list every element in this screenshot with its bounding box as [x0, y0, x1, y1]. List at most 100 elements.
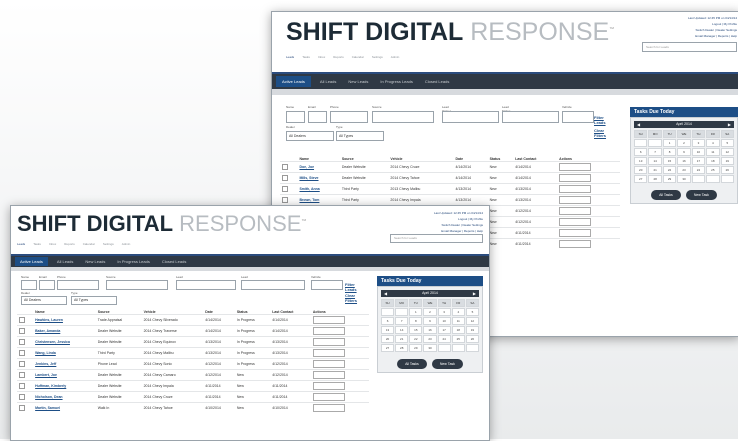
calendar-date[interactable]: 22: [409, 335, 423, 343]
calendar-date[interactable]: 20: [381, 335, 395, 343]
name-field[interactable]: [286, 111, 305, 123]
calendar-date[interactable]: 6: [381, 317, 395, 325]
new-task-button[interactable]: New Task: [685, 190, 717, 200]
calendar-date[interactable]: 14: [648, 157, 662, 165]
actions-select[interactable]: [312, 349, 345, 357]
calendar-date[interactable]: 3: [437, 308, 451, 316]
calendar-date[interactable]: 26: [720, 166, 734, 174]
calendar-date[interactable]: 12: [465, 317, 479, 325]
calendar-date[interactable]: 24: [437, 335, 451, 343]
nav-tasks[interactable]: Tasks: [302, 55, 310, 59]
calendar-date[interactable]: 9: [677, 148, 691, 156]
lead-tabs[interactable]: Active Leads All Leads New Leads In Prog…: [272, 72, 738, 89]
calendar-date[interactable]: 14: [395, 326, 409, 334]
row-checkbox[interactable]: [19, 404, 25, 411]
calendar-date[interactable]: 23: [677, 166, 691, 174]
calendar-date[interactable]: 8: [409, 317, 423, 325]
nav-leads[interactable]: Leads: [17, 242, 25, 246]
calendar-date[interactable]: 30: [677, 175, 691, 183]
nav-settings[interactable]: Settings: [103, 242, 114, 246]
calendar-date[interactable]: 6: [634, 148, 648, 156]
calendar-date[interactable]: 1: [409, 308, 423, 316]
all-tasks-button[interactable]: All Tasks: [397, 359, 427, 369]
calendar-date[interactable]: 15: [409, 326, 423, 334]
actions-select[interactable]: [312, 360, 345, 368]
actions-select[interactable]: [312, 327, 345, 335]
actions-select[interactable]: [312, 371, 345, 379]
nav-settings[interactable]: Settings: [372, 55, 383, 59]
lead-name-link[interactable]: Lambert, Joe: [33, 369, 96, 381]
calendar-date[interactable]: 25: [451, 335, 465, 343]
status-select[interactable]: [502, 111, 559, 123]
vehicle-field[interactable]: [311, 280, 343, 290]
lead-name-link[interactable]: Wang, Linda: [33, 347, 96, 359]
calendar-date[interactable]: 18: [451, 326, 465, 334]
lead-name-link[interactable]: Martin, Samuel: [33, 402, 96, 413]
calendar-date[interactable]: 19: [465, 326, 479, 334]
lead-tabs[interactable]: Active Leads All Leads New Leads In Prog…: [11, 254, 489, 267]
nav-inbox[interactable]: Inbox: [49, 242, 56, 246]
calendar-date[interactable]: 18: [706, 157, 720, 165]
actions-select[interactable]: [559, 207, 592, 215]
row-checkbox[interactable]: [19, 371, 25, 378]
tab-active-leads[interactable]: Active Leads: [276, 76, 311, 87]
calendar-date[interactable]: 17: [437, 326, 451, 334]
calendar-date[interactable]: 2: [423, 308, 437, 316]
phone-field[interactable]: [330, 111, 368, 123]
calendar-date[interactable]: 24: [691, 166, 706, 174]
actions-select[interactable]: [559, 196, 592, 204]
calendar-date[interactable]: 2: [677, 139, 691, 147]
calendar-date[interactable]: 5: [720, 139, 734, 147]
calendar-date[interactable]: 23: [423, 335, 437, 343]
actions-select[interactable]: [312, 338, 345, 346]
row-checkbox[interactable]: [282, 174, 288, 181]
dealer-select[interactable]: All Dealers: [21, 296, 67, 305]
new-task-button[interactable]: New Task: [431, 359, 463, 369]
next-month-icon[interactable]: ▶: [728, 121, 731, 128]
actions-select[interactable]: [559, 163, 592, 171]
tab-all-leads[interactable]: All Leads: [317, 79, 339, 84]
user-links[interactable]: Last Updated: 12:45 PM on 04/14/14 Logou…: [434, 210, 483, 234]
calendar-date[interactable]: 17: [691, 157, 706, 165]
lead-name-link[interactable]: Smith, Anna: [297, 183, 340, 195]
all-tasks-button[interactable]: All Tasks: [651, 190, 681, 200]
calendar-date[interactable]: 7: [648, 148, 662, 156]
row-checkbox[interactable]: [282, 163, 288, 170]
calendar-date[interactable]: 27: [634, 175, 648, 183]
calendar-date[interactable]: 25: [706, 166, 720, 174]
calendar-date[interactable]: 11: [706, 148, 720, 156]
lead-name-link[interactable]: Jenkins, Jeff: [33, 358, 96, 370]
calendar-date[interactable]: 8: [662, 148, 677, 156]
nav-leads[interactable]: Leads: [286, 55, 294, 59]
lead-name-link[interactable]: Nicholson, Dean: [33, 391, 96, 403]
calendar-date[interactable]: 27: [381, 344, 395, 352]
calendar-date[interactable]: 19: [720, 157, 734, 165]
calendar-date[interactable]: 26: [465, 335, 479, 343]
tab-new-leads[interactable]: New Leads: [82, 259, 108, 264]
actions-select[interactable]: [312, 404, 345, 412]
calendar-date[interactable]: 4: [451, 308, 465, 316]
user-links[interactable]: Last Updated: 12:45 PM on 04/14/14 Logou…: [688, 15, 737, 39]
email-field[interactable]: [39, 280, 55, 290]
tab-in-progress-leads[interactable]: In Progress Leads: [114, 259, 152, 264]
calendar-date[interactable]: 30: [423, 344, 437, 352]
calendar-date[interactable]: 10: [437, 317, 451, 325]
lead-name-link[interactable]: Mills, Steve: [297, 172, 340, 184]
prev-month-icon[interactable]: ◀: [637, 121, 640, 128]
calendar-date[interactable]: 11: [451, 317, 465, 325]
calendar-date[interactable]: 29: [662, 175, 677, 183]
lead-name-link[interactable]: Brown, Tom: [297, 194, 340, 206]
calendar-date[interactable]: 16: [423, 326, 437, 334]
calendar-date[interactable]: 10: [691, 148, 706, 156]
calendar-date[interactable]: 21: [395, 335, 409, 343]
tab-all-leads[interactable]: All Leads: [54, 259, 76, 264]
tab-new-leads[interactable]: New Leads: [345, 79, 371, 84]
lead-name-link[interactable]: Hawkins, Lauren: [33, 314, 96, 326]
name-field[interactable]: [21, 280, 37, 290]
source-select[interactable]: [106, 280, 168, 290]
calendar-date[interactable]: 21: [648, 166, 662, 174]
calendar-date[interactable]: 5: [465, 308, 479, 316]
tab-active-leads[interactable]: Active Leads: [15, 257, 48, 266]
clear-filters-link[interactable]: Clear Filters: [345, 293, 367, 303]
calendar-date[interactable]: 3: [691, 139, 706, 147]
